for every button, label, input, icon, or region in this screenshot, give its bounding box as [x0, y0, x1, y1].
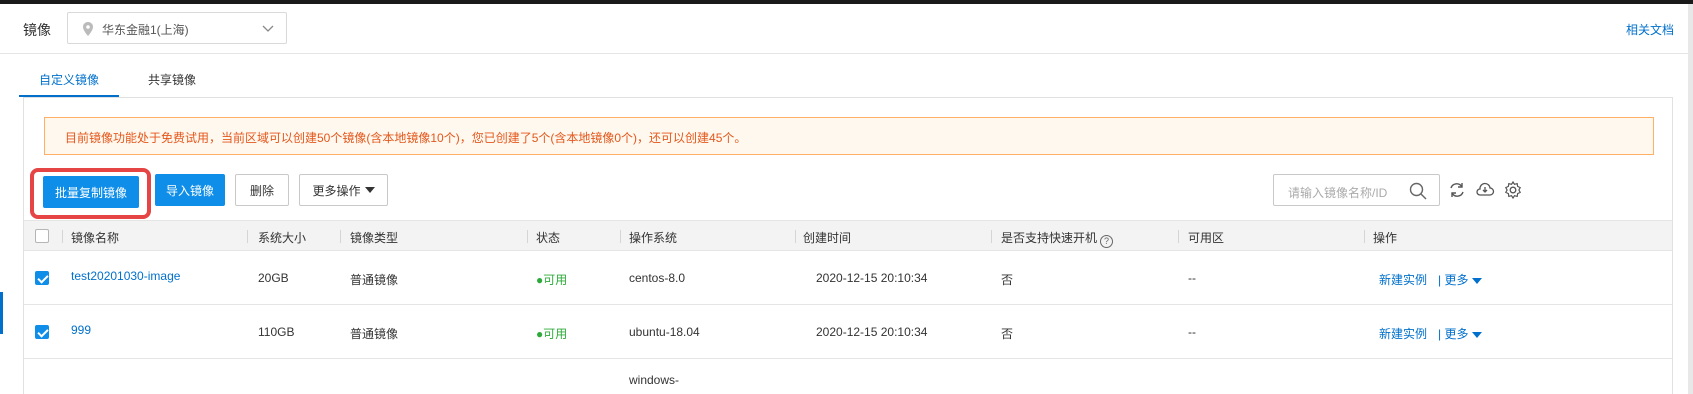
column-separator [527, 230, 528, 243]
column-header-created[interactable]: 创建时间 [803, 229, 851, 246]
image-name-link[interactable]: test20201030-image [71, 269, 180, 283]
created-time: 2020-12-15 20:10:34 [816, 271, 928, 285]
cloud-download-icon[interactable] [1475, 180, 1495, 200]
help-icon[interactable]: ? [1100, 235, 1114, 248]
column-header-size[interactable]: 系统大小 [258, 229, 306, 246]
more-actions-dropdown[interactable]: | 更多 [1438, 325, 1483, 342]
column-header-actions: 操作 [1373, 231, 1398, 245]
sidebar-active-indicator [0, 292, 3, 334]
chevron-down-icon [262, 25, 274, 32]
more-ops-button[interactable]: 更多操作 [299, 174, 388, 206]
row-checkbox[interactable] [35, 325, 49, 339]
operating-system: ubuntu-18.04 [629, 325, 700, 339]
search-icon [1409, 182, 1427, 200]
column-header-os[interactable]: 操作系统 [629, 229, 677, 246]
table-row[interactable]: 999 110GB 普通镜像 ●可用 ubuntu-18.04 2020-12-… [24, 305, 1672, 359]
docs-link[interactable]: 相关文档 [1626, 21, 1674, 38]
column-separator [340, 230, 341, 243]
select-all-checkbox[interactable] [35, 229, 49, 243]
image-type: 普通镜像 [350, 273, 399, 287]
tab-shared-images[interactable]: 共享镜像 [137, 64, 207, 97]
column-separator [991, 230, 992, 243]
refresh-icon[interactable] [1447, 180, 1467, 200]
status-label: 可用 [543, 327, 568, 341]
region-select[interactable]: 华东金融1(上海) [67, 12, 287, 44]
column-separator [247, 230, 248, 243]
page-header: 镜像 华东金融1(上海) 相关文档 [0, 4, 1688, 54]
column-header-zone[interactable]: 可用区 [1188, 229, 1224, 246]
row-checkbox[interactable] [35, 271, 49, 285]
column-header-fastboot[interactable]: 是否支持快速开机? [1001, 229, 1114, 248]
column-separator [62, 230, 63, 243]
table-row[interactable]: windows- [24, 359, 1672, 394]
fast-boot-value: 否 [1001, 273, 1014, 287]
scrollbar[interactable] [1688, 4, 1693, 394]
system-size: 110GB [258, 325, 295, 339]
caret-down-icon [1472, 331, 1483, 338]
operating-system: windows- [629, 373, 680, 387]
column-separator [795, 230, 796, 243]
zone-value: -- [1188, 271, 1196, 285]
more-ops-label: 更多操作 [312, 183, 361, 198]
status-badge: ●可用 [536, 327, 568, 341]
status-badge: ●可用 [536, 273, 568, 287]
delete-button[interactable]: 删除 [235, 174, 289, 206]
column-header-status[interactable]: 状态 [536, 229, 560, 246]
caret-down-icon [364, 187, 375, 193]
main-panel: 目前镜像功能处于免费试用，当前区域可以创建50个镜像(含本地镜像10个)，您已创… [23, 97, 1673, 394]
new-instance-link[interactable]: 新建实例 [1379, 325, 1427, 342]
column-separator [1178, 230, 1179, 243]
more-actions-label: | 更多 [1438, 327, 1469, 341]
zone-value: -- [1188, 325, 1196, 339]
fast-boot-value: 否 [1001, 327, 1014, 341]
column-separator [620, 230, 621, 243]
import-button[interactable]: 导入镜像 [155, 174, 225, 206]
fastboot-label: 是否支持快速开机 [1001, 231, 1098, 245]
image-type: 普通镜像 [350, 327, 399, 341]
image-name-link[interactable]: 999 [71, 323, 91, 337]
new-instance-link[interactable]: 新建实例 [1379, 271, 1427, 288]
settings-icon[interactable] [1503, 180, 1523, 200]
column-header-name[interactable]: 镜像名称 [71, 229, 119, 246]
column-header-type[interactable]: 镜像类型 [350, 229, 398, 246]
operating-system: centos-8.0 [629, 271, 686, 285]
batch-copy-button[interactable]: 批量复制镜像 [43, 176, 139, 208]
system-size: 20GB [258, 271, 289, 285]
page-title: 镜像 [23, 22, 51, 38]
region-value: 华东金融1(上海) [102, 23, 189, 37]
search-placeholder: 请输入镜像名称/ID [1288, 186, 1388, 200]
more-actions-dropdown[interactable]: | 更多 [1438, 271, 1483, 288]
more-actions-label: | 更多 [1438, 273, 1469, 287]
search-input[interactable]: 请输入镜像名称/ID [1273, 174, 1440, 206]
created-time: 2020-12-15 20:10:34 [816, 325, 928, 339]
column-separator [1364, 230, 1365, 243]
tab-custom-images[interactable]: 自定义镜像 [19, 64, 119, 97]
status-label: 可用 [543, 273, 568, 287]
quota-notice: 目前镜像功能处于免费试用，当前区域可以创建50个镜像(含本地镜像10个)，您已创… [44, 117, 1654, 155]
table-row[interactable]: test20201030-image 20GB 普通镜像 ●可用 centos-… [24, 251, 1672, 305]
table-header: 镜像名称 系统大小 镜像类型 状态 操作系统 创建时间 是否支持快速开机? 可用… [24, 220, 1672, 251]
location-pin-icon [83, 22, 93, 36]
caret-down-icon [1472, 277, 1483, 284]
